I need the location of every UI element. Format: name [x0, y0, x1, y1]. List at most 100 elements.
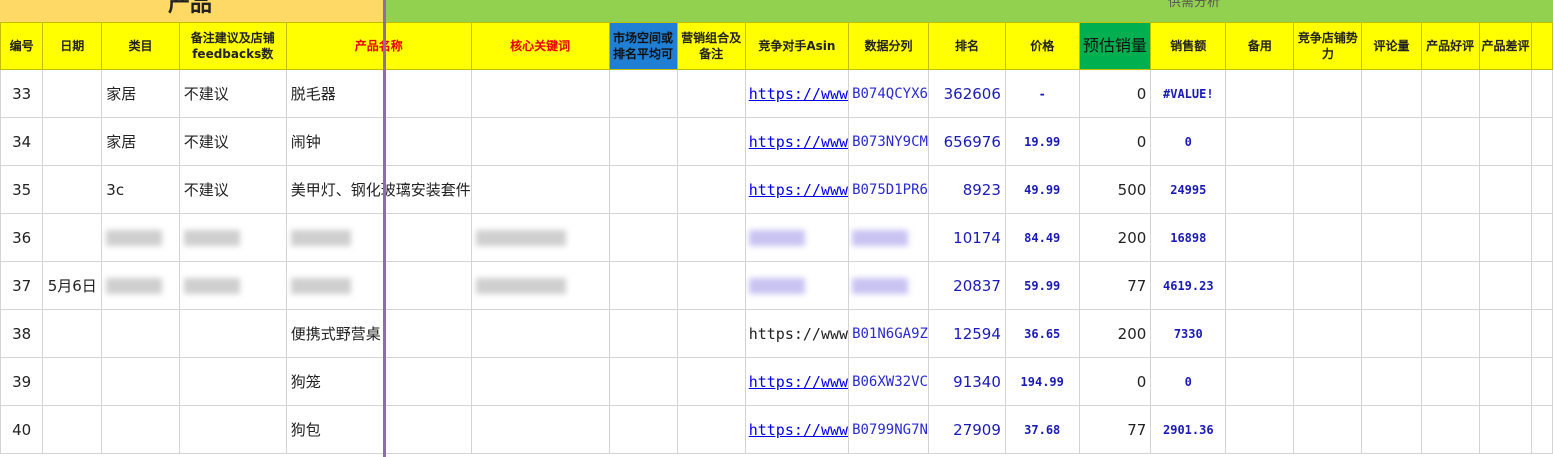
- cell-empty[interactable]: [1531, 261, 1553, 310]
- cell-category[interactable]: [101, 405, 180, 454]
- cell-note[interactable]: [178, 357, 287, 406]
- cell-empty[interactable]: [1531, 405, 1553, 454]
- header-no[interactable]: 编号: [0, 22, 44, 70]
- cell-date[interactable]: [42, 309, 103, 358]
- cell-no[interactable]: 39: [0, 357, 44, 406]
- cell-link[interactable]: https://www: [744, 117, 850, 166]
- cell-sales[interactable]: #VALUE!: [1150, 69, 1227, 118]
- cell-price[interactable]: 37.68: [1004, 405, 1080, 454]
- cell-empty[interactable]: [1293, 165, 1363, 214]
- cell-empty[interactable]: [1478, 405, 1533, 454]
- cell-est[interactable]: 0: [1078, 357, 1152, 406]
- cell-empty[interactable]: [1420, 261, 1480, 310]
- cell-note[interactable]: [178, 213, 287, 262]
- cell-empty[interactable]: [676, 357, 746, 406]
- cell-date[interactable]: [42, 117, 103, 166]
- cell-product[interactable]: 脱毛器: [285, 69, 472, 118]
- cell-no[interactable]: 36: [0, 213, 44, 262]
- cell-empty[interactable]: [1225, 261, 1295, 310]
- cell-sales[interactable]: 16898: [1150, 213, 1227, 262]
- cell-est[interactable]: 200: [1078, 309, 1152, 358]
- cell-price[interactable]: 36.65: [1004, 309, 1080, 358]
- cell-date[interactable]: [42, 165, 103, 214]
- cell-link[interactable]: [744, 213, 850, 262]
- header-positive-review[interactable]: 产品好评: [1420, 22, 1480, 70]
- cell-no[interactable]: 40: [0, 405, 44, 454]
- cell-empty[interactable]: [1361, 405, 1422, 454]
- cell-empty[interactable]: [470, 309, 610, 358]
- cell-rank[interactable]: 656976: [928, 117, 1006, 166]
- cell-empty[interactable]: [1531, 117, 1553, 166]
- cell-category[interactable]: 家居: [101, 117, 180, 166]
- cell-price[interactable]: -: [1004, 69, 1080, 118]
- cell-empty[interactable]: [1420, 165, 1480, 214]
- cell-empty[interactable]: [1361, 357, 1422, 406]
- cell-category[interactable]: [101, 309, 180, 358]
- cell-price[interactable]: 59.99: [1004, 261, 1080, 310]
- header-category[interactable]: 类目: [101, 22, 180, 70]
- cell-sales[interactable]: 4619.23: [1150, 261, 1227, 310]
- header-keyword[interactable]: 核心关键词: [470, 22, 610, 70]
- cell-price[interactable]: 49.99: [1004, 165, 1080, 214]
- cell-date[interactable]: [42, 69, 103, 118]
- cell-empty[interactable]: [1361, 261, 1422, 310]
- cell-no[interactable]: 37: [0, 261, 44, 310]
- header-market-space[interactable]: 市场空间或排名平均可: [608, 22, 678, 70]
- cell-category[interactable]: [101, 213, 180, 262]
- cell-est[interactable]: 77: [1078, 261, 1152, 310]
- cell-empty[interactable]: [676, 261, 746, 310]
- cell-date[interactable]: 5月6日: [42, 261, 103, 310]
- cell-empty[interactable]: [470, 405, 610, 454]
- cell-empty[interactable]: [608, 69, 678, 118]
- cell-empty[interactable]: [1478, 213, 1533, 262]
- cell-asin[interactable]: B073NY9CM: [848, 117, 930, 166]
- cell-empty[interactable]: [1361, 309, 1422, 358]
- cell-empty[interactable]: [608, 405, 678, 454]
- cell-empty[interactable]: [1225, 405, 1295, 454]
- cell-note[interactable]: 不建议: [178, 117, 287, 166]
- cell-sales[interactable]: 0: [1150, 117, 1227, 166]
- cell-empty[interactable]: [1531, 69, 1553, 118]
- cell-empty[interactable]: [1293, 213, 1363, 262]
- cell-asin[interactable]: [848, 213, 930, 262]
- cell-no[interactable]: 34: [0, 117, 44, 166]
- cell-link[interactable]: https://www: [744, 309, 850, 358]
- cell-link[interactable]: https://www: [744, 165, 850, 214]
- cell-empty[interactable]: [1361, 69, 1422, 118]
- cell-rank[interactable]: 8923: [928, 165, 1006, 214]
- cell-sales[interactable]: 24995: [1150, 165, 1227, 214]
- header-competitor-strength[interactable]: 竞争店铺势力: [1293, 22, 1363, 70]
- header-extra[interactable]: [1531, 22, 1553, 70]
- cell-est[interactable]: 77: [1078, 405, 1152, 454]
- cell-empty[interactable]: [470, 213, 610, 262]
- cell-empty[interactable]: [470, 69, 610, 118]
- cell-empty[interactable]: [1293, 117, 1363, 166]
- cell-empty[interactable]: [1293, 405, 1363, 454]
- cell-empty[interactable]: [470, 357, 610, 406]
- cell-est[interactable]: 500: [1078, 165, 1152, 214]
- cell-empty[interactable]: [1293, 261, 1363, 310]
- cell-sales[interactable]: 0: [1150, 357, 1227, 406]
- cell-empty[interactable]: [1531, 213, 1553, 262]
- cell-empty[interactable]: [1225, 165, 1295, 214]
- cell-empty[interactable]: [1361, 117, 1422, 166]
- cell-empty[interactable]: [1531, 165, 1553, 214]
- cell-empty[interactable]: [1478, 357, 1533, 406]
- cell-empty[interactable]: [676, 405, 746, 454]
- header-price[interactable]: 价格: [1004, 22, 1080, 70]
- cell-empty[interactable]: [1361, 213, 1422, 262]
- cell-link[interactable]: [744, 261, 850, 310]
- cell-asin[interactable]: B074QCYX6: [848, 69, 930, 118]
- cell-empty[interactable]: [1420, 117, 1480, 166]
- cell-product[interactable]: 闹钟: [285, 117, 472, 166]
- cell-product[interactable]: [285, 213, 472, 262]
- cell-empty[interactable]: [1420, 309, 1480, 358]
- cell-price[interactable]: 19.99: [1004, 117, 1080, 166]
- cell-empty[interactable]: [1361, 165, 1422, 214]
- header-product[interactable]: 产品名称: [285, 22, 472, 70]
- cell-empty[interactable]: [676, 213, 746, 262]
- cell-empty[interactable]: [470, 261, 610, 310]
- cell-rank[interactable]: 12594: [928, 309, 1006, 358]
- cell-price[interactable]: 84.49: [1004, 213, 1080, 262]
- cell-empty[interactable]: [1225, 309, 1295, 358]
